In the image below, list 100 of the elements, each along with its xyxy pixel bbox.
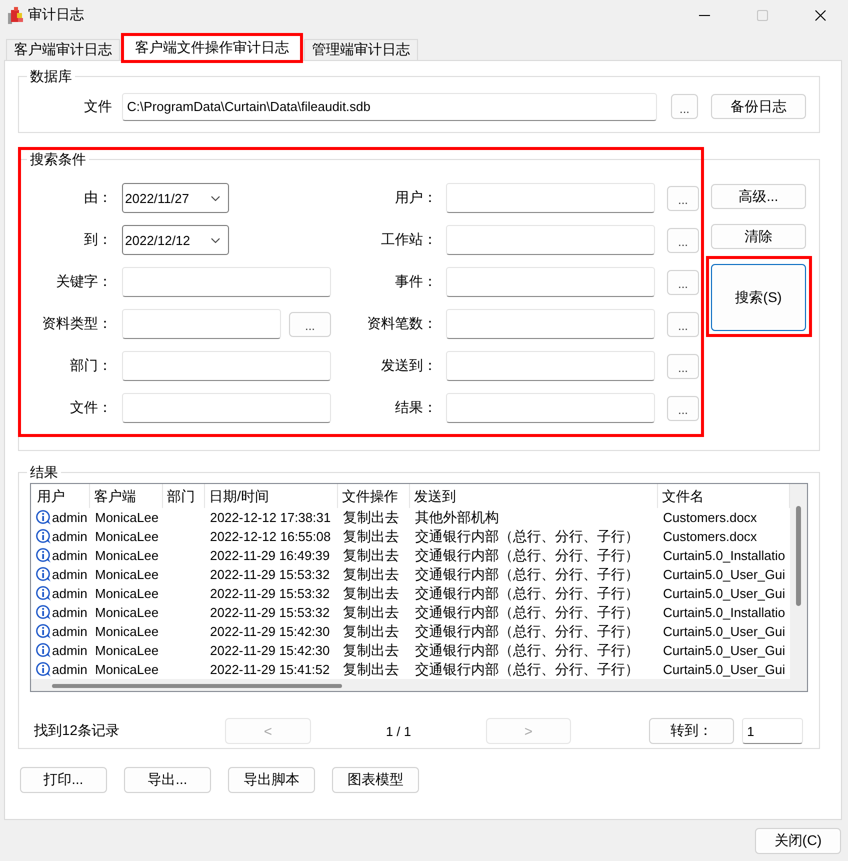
table-cell-text: Curtain5.0_User_Gui xyxy=(662,661,786,679)
browse-button[interactable]: ... xyxy=(667,396,699,420)
table-cell-text: admin xyxy=(52,642,88,660)
table-cell-text: 2022-11-29 15:42:30 xyxy=(209,642,331,660)
browse-button[interactable]: ... xyxy=(671,94,698,119)
input-field[interactable] xyxy=(122,309,281,339)
browse-button[interactable]: ... xyxy=(667,270,699,294)
tab[interactable]: 客户端审计日志 xyxy=(6,39,120,60)
date-dropdown[interactable]: 2022/12/12 xyxy=(122,225,229,255)
column-header[interactable]: 日期/时间 xyxy=(205,484,338,508)
field-label: 文件： xyxy=(69,399,113,417)
table-cell-text: MonicaLee xyxy=(94,547,160,565)
input-field[interactable] xyxy=(446,309,655,339)
input-field[interactable] xyxy=(122,267,331,297)
table-cell-text: 其他外部机构 xyxy=(414,508,500,527)
info-icon xyxy=(36,548,51,563)
table-cell-text: 交通银行内部（总行、分行、子行） xyxy=(414,546,640,565)
column-header[interactable]: 文件操作 xyxy=(338,484,410,508)
input-field[interactable] xyxy=(446,183,655,213)
input-field[interactable] xyxy=(446,393,655,423)
file-path-field[interactable]: C:\ProgramData\Curtain\Data\fileaudit.sdb xyxy=(122,92,657,120)
table-cell-text: 交通银行内部（总行、分行、子行） xyxy=(414,603,640,622)
field-label: 到： xyxy=(83,231,113,249)
input-field[interactable] xyxy=(122,393,331,423)
table-cell-text: Curtain5.0_User_Gui xyxy=(662,566,786,584)
table-cell-text: 交通银行内部（总行、分行、子行） xyxy=(414,565,640,584)
column-header[interactable]: 部门 xyxy=(163,484,205,508)
info-icon xyxy=(36,605,51,620)
field-label: 文件 xyxy=(83,98,112,116)
chevron-down-icon xyxy=(211,196,220,200)
tab[interactable]: 管理端审计日志 xyxy=(304,39,418,60)
table-cell-text: admin xyxy=(52,528,88,546)
field-label: 由： xyxy=(83,189,113,207)
action-button[interactable]: 清除 xyxy=(711,224,806,249)
page-number-field[interactable]: 1 xyxy=(742,718,803,744)
close-button[interactable]: 关闭(C) xyxy=(755,828,841,854)
table-cell-text: 交通银行内部（总行、分行、子行） xyxy=(414,641,640,660)
table-cell-text: MonicaLee xyxy=(94,509,160,527)
field-label: 资料类型： xyxy=(41,315,113,333)
info-icon xyxy=(36,643,51,658)
table-cell-text: 复制出去 xyxy=(342,546,400,565)
info-icon xyxy=(36,510,51,525)
table-cell-text: MonicaLee xyxy=(94,604,160,622)
table-cell-text: 2022-11-29 15:53:32 xyxy=(209,585,331,603)
table-cell-text: 复制出去 xyxy=(342,660,400,679)
horizontal-scrollbar[interactable] xyxy=(31,679,807,691)
table-cell-text: 2022-11-29 16:49:39 xyxy=(209,547,331,565)
field-label: 工作站： xyxy=(380,231,438,249)
table-cell-text: 复制出去 xyxy=(342,527,400,546)
minimize-icon[interactable] xyxy=(699,14,710,16)
action-button[interactable]: 打印... xyxy=(20,767,107,793)
action-button[interactable]: 高级... xyxy=(711,184,806,209)
column-header[interactable]: 发送到 xyxy=(410,484,658,508)
goto-button[interactable]: 转到： xyxy=(649,718,734,744)
table-cell-text: 复制出去 xyxy=(342,565,400,584)
browse-button[interactable]: ... xyxy=(667,354,699,378)
info-icon xyxy=(36,529,51,544)
browse-button[interactable]: ... xyxy=(289,312,331,336)
column-header[interactable]: 用户 xyxy=(33,484,90,508)
window-title: 审计日志 xyxy=(28,6,84,24)
close-icon[interactable] xyxy=(815,10,826,20)
input-field[interactable] xyxy=(446,351,655,381)
field-label: 关键字： xyxy=(55,273,113,291)
vertical-scrollbar[interactable] xyxy=(790,484,807,679)
date-dropdown[interactable]: 2022/11/27 xyxy=(122,183,229,213)
input-field[interactable] xyxy=(446,225,655,255)
table-cell-text: admin xyxy=(52,547,88,565)
table-cell-text: 交通银行内部（总行、分行、子行） xyxy=(414,584,640,603)
browse-button[interactable]: ... xyxy=(667,312,699,336)
table-cell-text: Curtain5.0_User_Gui xyxy=(662,642,786,660)
input-field[interactable] xyxy=(446,267,655,297)
table-cell-text: 交通银行内部（总行、分行、子行） xyxy=(414,622,640,641)
table-cell-text: 2022-12-12 16:55:08 xyxy=(209,528,332,546)
tab[interactable]: 客户端文件操作审计日志 xyxy=(121,33,303,63)
action-button[interactable]: 导出... xyxy=(124,767,211,793)
table-cell-text: Curtain5.0_User_Gui xyxy=(662,623,786,641)
field-label: 结果： xyxy=(394,399,438,417)
chevron-down-icon xyxy=(211,238,220,242)
info-icon xyxy=(36,624,51,639)
table-cell-text: Customers.docx xyxy=(662,528,758,546)
group-title: 数据库 xyxy=(27,68,75,84)
table-cell-text: MonicaLee xyxy=(94,528,160,546)
field-label: 用户： xyxy=(394,189,438,207)
table-cell-text: admin xyxy=(52,604,88,622)
input-field[interactable] xyxy=(122,351,331,381)
backup-button[interactable]: 备份日志 xyxy=(711,94,806,119)
browse-button[interactable]: ... xyxy=(667,228,699,252)
search-button[interactable]: 搜索(S) xyxy=(711,264,806,331)
table-cell-text: 复制出去 xyxy=(342,622,400,641)
browse-button[interactable]: ... xyxy=(667,186,699,210)
info-icon xyxy=(36,567,51,582)
table-cell-text: 复制出去 xyxy=(342,641,400,660)
table-cell-text: Curtain5.0_User_Gui xyxy=(662,585,786,603)
table-cell-text: MonicaLee xyxy=(94,585,160,603)
table-cell-text: 交通银行内部（总行、分行、子行） xyxy=(414,527,640,546)
group-title: 搜索条件 xyxy=(27,150,89,168)
action-button[interactable]: 图表模型 xyxy=(332,767,419,793)
column-header[interactable]: 客户端 xyxy=(90,484,163,508)
table-cell-text: MonicaLee xyxy=(94,642,160,660)
action-button[interactable]: 导出脚本 xyxy=(228,767,315,793)
